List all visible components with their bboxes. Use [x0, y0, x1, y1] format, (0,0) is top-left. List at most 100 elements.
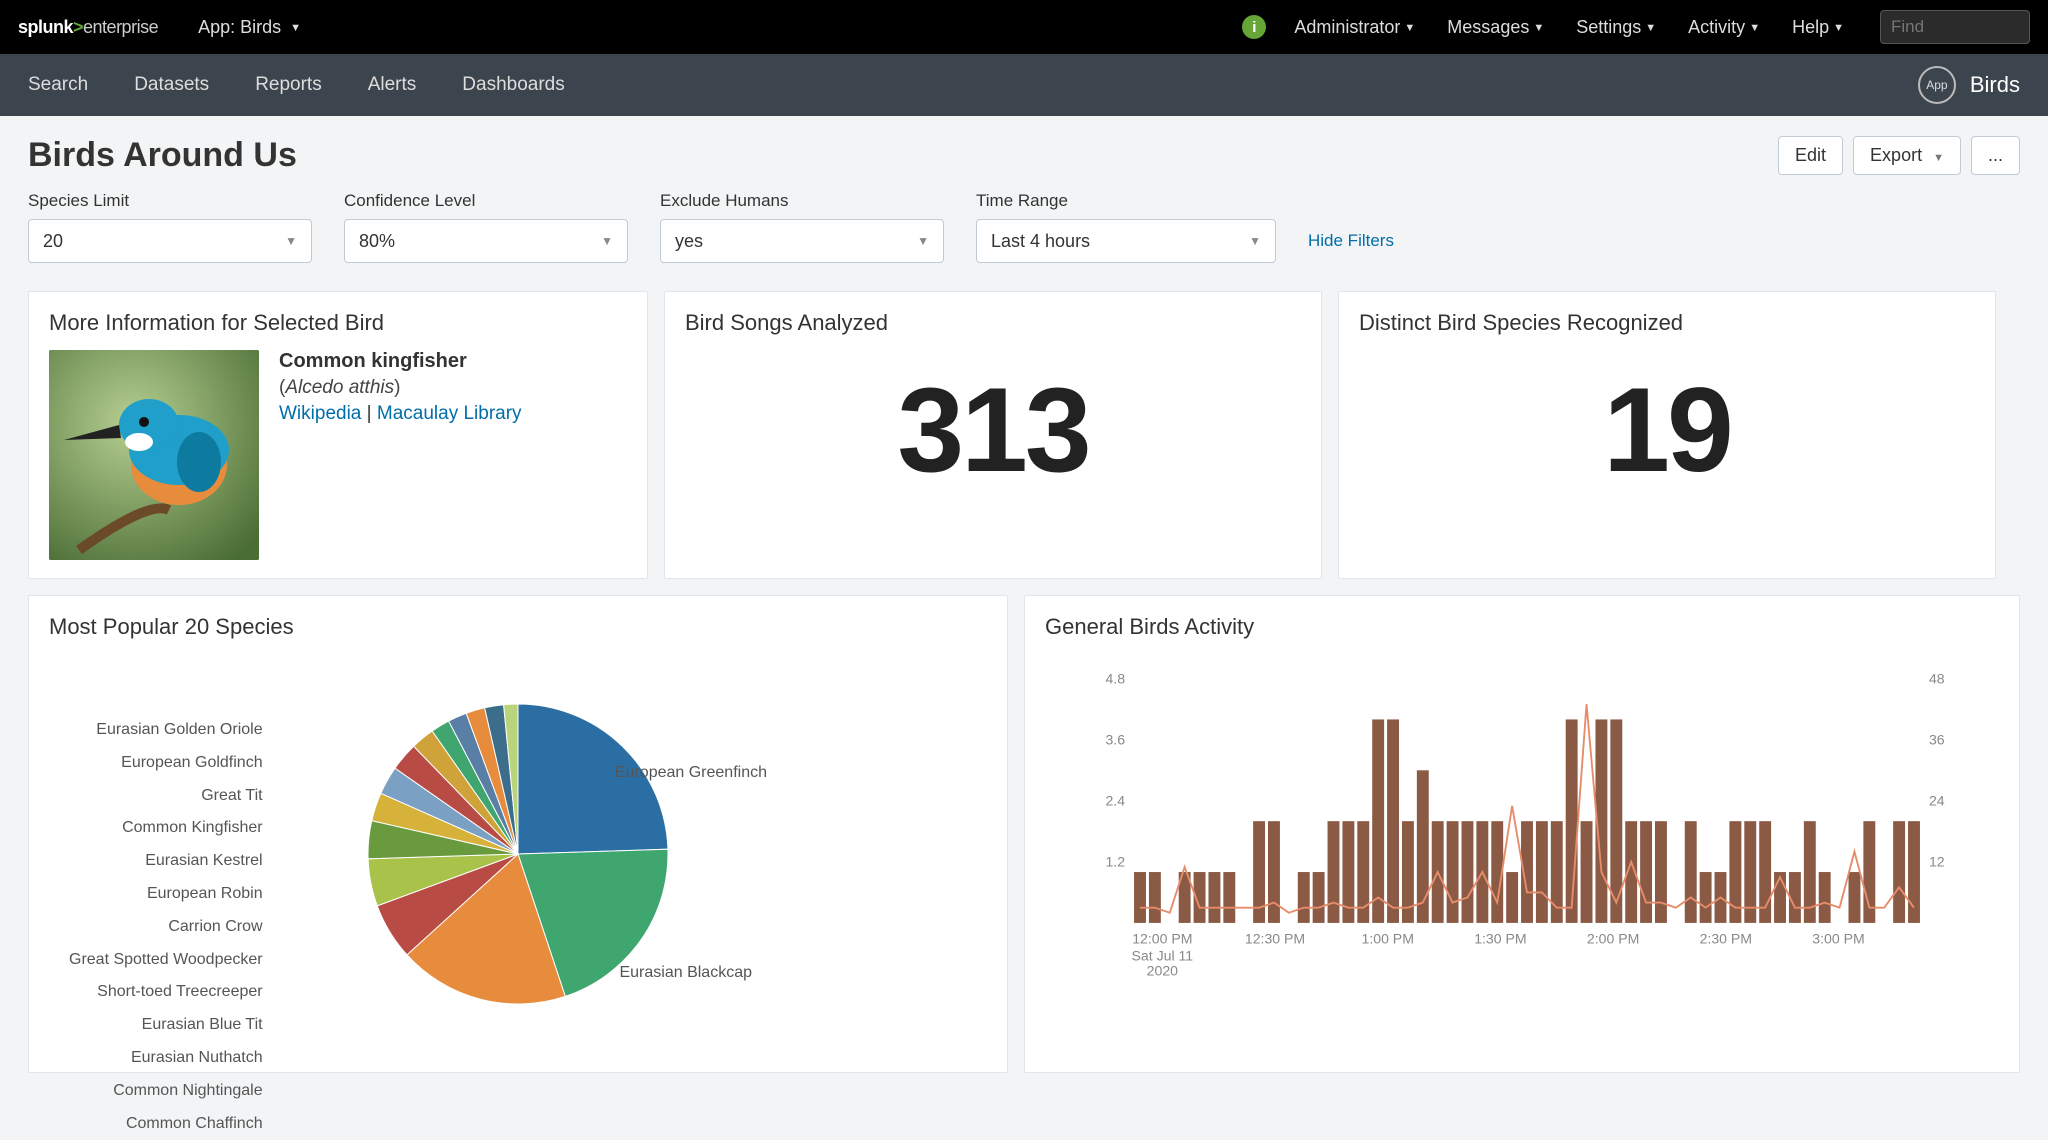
- global-search-input[interactable]: [1891, 17, 2048, 37]
- x-tick: 1:00 PM: [1362, 931, 1414, 947]
- activity-bar[interactable]: [1655, 821, 1667, 923]
- x-tick: 3:00 PM: [1812, 931, 1864, 947]
- menu-settings[interactable]: Settings▼: [1576, 17, 1656, 38]
- panel-row-bottom: Most Popular 20 Species Eurasian Golden …: [0, 579, 2048, 1073]
- filter-label: Time Range: [976, 191, 1276, 211]
- page-header: Birds Around Us Edit Export ▼ ...: [0, 116, 2048, 183]
- pie-label: Eurasian Blue Tit: [69, 1009, 263, 1042]
- activity-bar[interactable]: [1298, 872, 1310, 923]
- activity-bar[interactable]: [1536, 821, 1548, 923]
- brand-logo: splunk>enterprise: [18, 17, 158, 38]
- pie-label-blackcap: Eurasian Blackcap: [619, 964, 752, 982]
- y-right-tick: 24: [1929, 793, 1945, 809]
- activity-bar[interactable]: [1506, 872, 1518, 923]
- activity-bar[interactable]: [1581, 821, 1593, 923]
- panel-species-recognized: Distinct Bird Species Recognized 19: [1338, 291, 1996, 579]
- x-tick: 2:00 PM: [1587, 931, 1639, 947]
- dropdown-value: Last 4 hours: [991, 231, 1090, 252]
- panel-row-top: More Information for Selected Bird: [0, 291, 2048, 579]
- kingfisher-illustration-icon: [49, 350, 259, 560]
- caret-down-icon: ▼: [290, 22, 301, 34]
- y-left-tick: 1.2: [1105, 854, 1125, 870]
- pie-label: Great Spotted Woodpecker: [69, 944, 263, 977]
- wikipedia-link[interactable]: Wikipedia: [279, 403, 361, 424]
- dropdown-value: 20: [43, 231, 63, 252]
- hide-filters-link[interactable]: Hide Filters: [1308, 231, 1394, 251]
- app-switcher[interactable]: App: Birds ▼: [198, 17, 301, 38]
- exclude-humans-dropdown[interactable]: yes ▼: [660, 219, 944, 263]
- export-button[interactable]: Export ▼: [1853, 136, 1961, 175]
- filter-label: Species Limit: [28, 191, 312, 211]
- activity-bar[interactable]: [1447, 821, 1459, 923]
- caret-down-icon: ▼: [1833, 22, 1844, 34]
- info-badge-icon[interactable]: i: [1242, 15, 1266, 39]
- activity-bar[interactable]: [1819, 872, 1831, 923]
- caret-down-icon: ▼: [1933, 152, 1944, 164]
- bird-info-text: Common kingfisher (Alcedo atthis) Wikipe…: [279, 350, 522, 560]
- x-sub-year: 2020: [1147, 963, 1178, 979]
- activity-bar[interactable]: [1685, 821, 1697, 923]
- edit-button[interactable]: Edit: [1778, 136, 1843, 175]
- global-search[interactable]: [1880, 10, 2030, 44]
- nav-reports[interactable]: Reports: [255, 74, 322, 96]
- activity-chart: 1.2 2.4 3.6 4.8 12 24 36 48 12:00 PM 12:30 PM 1:00…: [1045, 654, 1999, 1054]
- activity-bar[interactable]: [1208, 872, 1220, 923]
- global-topbar: splunk>enterprise App: Birds ▼ i Adminis…: [0, 0, 2048, 54]
- pie-label: Common Chaffinch: [69, 1108, 263, 1140]
- y-left-tick: 4.8: [1105, 670, 1125, 686]
- menu-help[interactable]: Help▼: [1792, 17, 1844, 38]
- nav-dashboards[interactable]: Dashboards: [462, 74, 564, 96]
- activity-bar[interactable]: [1372, 719, 1384, 922]
- panel-title: More Information for Selected Bird: [49, 310, 627, 336]
- confidence-dropdown[interactable]: 80% ▼: [344, 219, 628, 263]
- dropdown-value: 80%: [359, 231, 395, 252]
- nav-search[interactable]: Search: [28, 74, 88, 96]
- activity-svg: 1.2 2.4 3.6 4.8 12 24 36 48 12:00 PM 12:30 PM 1:00…: [1095, 664, 1959, 994]
- caret-down-icon: ▼: [601, 234, 613, 248]
- activity-bar[interactable]: [1893, 821, 1905, 923]
- pie-label: Eurasian Nuthatch: [69, 1042, 263, 1075]
- pie-chart: Eurasian Golden OrioleEuropean Goldfinch…: [49, 654, 987, 1054]
- panel-title: Distinct Bird Species Recognized: [1359, 310, 1975, 336]
- y-right-tick: 12: [1929, 854, 1945, 870]
- nav-alerts[interactable]: Alerts: [368, 74, 417, 96]
- activity-bar[interactable]: [1387, 719, 1399, 922]
- x-tick: 12:00 PM: [1132, 931, 1192, 947]
- x-tick: 12:30 PM: [1245, 931, 1305, 947]
- activity-bar[interactable]: [1313, 872, 1325, 923]
- nav-datasets[interactable]: Datasets: [134, 74, 209, 96]
- macaulay-link[interactable]: Macaulay Library: [377, 403, 522, 424]
- activity-bar[interactable]: [1328, 821, 1340, 923]
- caret-down-icon: ▼: [1533, 22, 1544, 34]
- activity-bar[interactable]: [1640, 821, 1652, 923]
- y-left-tick: 3.6: [1105, 731, 1125, 747]
- y-right-tick: 36: [1929, 731, 1945, 747]
- menu-messages[interactable]: Messages▼: [1447, 17, 1544, 38]
- brand-post: enterprise: [83, 17, 158, 37]
- more-actions-button[interactable]: ...: [1971, 136, 2020, 175]
- dropdown-value: yes: [675, 231, 703, 252]
- app-switcher-label: App: Birds: [198, 17, 281, 37]
- y-left-tick: 2.4: [1105, 793, 1125, 809]
- activity-bar[interactable]: [1849, 872, 1861, 923]
- x-tick: 1:30 PM: [1474, 931, 1526, 947]
- activity-bar[interactable]: [1268, 821, 1280, 923]
- menu-administrator[interactable]: Administrator▼: [1294, 17, 1415, 38]
- activity-bar[interactable]: [1774, 872, 1786, 923]
- pie-label: Eurasian Kestrel: [69, 845, 263, 878]
- time-range-dropdown[interactable]: Last 4 hours ▼: [976, 219, 1276, 263]
- activity-bar[interactable]: [1149, 872, 1161, 923]
- filter-time-range: Time Range Last 4 hours ▼: [976, 191, 1276, 263]
- menu-activity[interactable]: Activity▼: [1688, 17, 1760, 38]
- y-right-tick: 48: [1929, 670, 1945, 686]
- activity-bar[interactable]: [1223, 872, 1235, 923]
- species-limit-dropdown[interactable]: 20 ▼: [28, 219, 312, 263]
- filter-bar: Species Limit 20 ▼ Confidence Level 80% …: [0, 183, 2048, 291]
- activity-bar[interactable]: [1700, 872, 1712, 923]
- activity-bar[interactable]: [1134, 872, 1146, 923]
- activity-bar[interactable]: [1566, 719, 1578, 922]
- activity-bar[interactable]: [1417, 770, 1429, 923]
- x-tick: 2:30 PM: [1700, 931, 1752, 947]
- activity-bar[interactable]: [1462, 821, 1474, 923]
- panel-popular-species: Most Popular 20 Species Eurasian Golden …: [28, 595, 1008, 1073]
